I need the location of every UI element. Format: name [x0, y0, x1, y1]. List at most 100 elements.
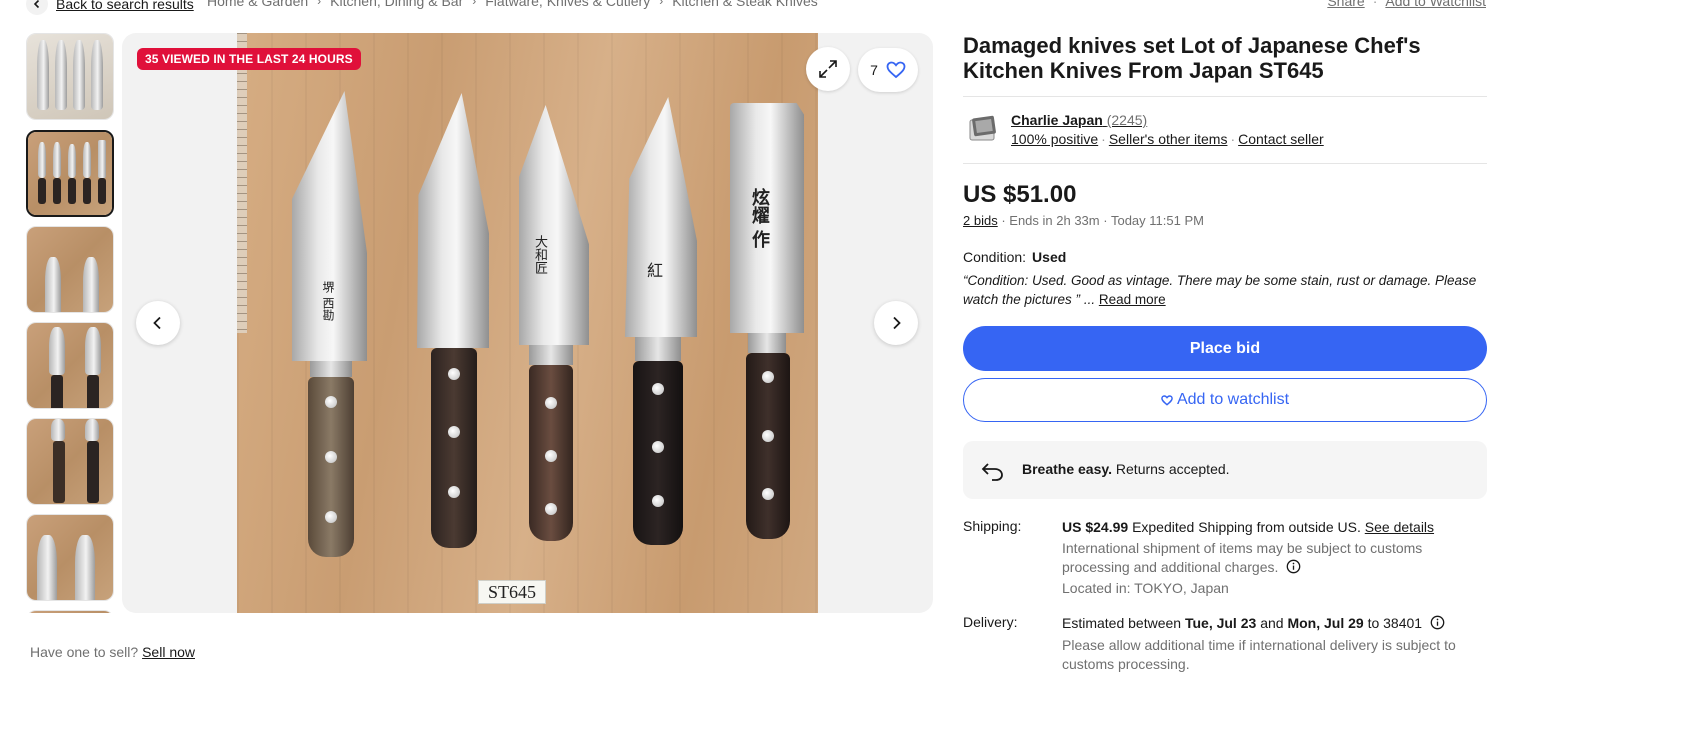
contact-seller-link[interactable]: Contact seller: [1238, 131, 1324, 147]
delivery-date-end: Mon, Jul 29: [1287, 615, 1364, 631]
main-product-photo: 堺 西勘 大和匠 紅 炫燿 作 ST645: [237, 33, 818, 613]
info-icon[interactable]: [1286, 559, 1301, 574]
seller-avatar[interactable]: [965, 112, 999, 146]
sell-now-link[interactable]: Sell now: [142, 644, 195, 660]
seller-name-line: Charlie Japan (2245): [1011, 112, 1147, 128]
thumbnail-5[interactable]: [26, 418, 114, 505]
next-image-button[interactable]: [874, 301, 918, 345]
condition-value: Used: [1032, 249, 1067, 265]
chevron-right-icon: [893, 316, 901, 330]
delivery-zip[interactable]: 38401: [1383, 615, 1422, 631]
ruler-edge: [237, 33, 247, 333]
shipping-note-line: International shipment of items may be s…: [1062, 539, 1487, 577]
current-price: US $51.00: [963, 181, 1077, 208]
knife-1: 堺 西勘: [292, 91, 367, 561]
delivery-date-start: Tue, Jul 23: [1184, 615, 1257, 631]
delivery-prefix: Estimated between: [1062, 615, 1182, 631]
return-arrow-icon: [981, 463, 1003, 481]
condition-line: Condition: Used: [963, 249, 1066, 265]
expand-icon: [819, 60, 837, 78]
delivery-details: Estimated between Tue, Jul 23 and Mon, J…: [1062, 614, 1487, 674]
returns-bold: Breathe easy.: [1022, 461, 1113, 477]
breadcrumb-item-kitchen-dining-bar[interactable]: Kitchen, Dining & Bar: [330, 0, 463, 9]
back-to-search-label: Back to search results: [56, 0, 194, 12]
thumbnail-1[interactable]: [26, 33, 114, 120]
knife-2: [417, 93, 489, 553]
knife-4: 紅: [625, 97, 697, 549]
top-actions: Share · Add to Watchlist: [1327, 0, 1486, 9]
knife-1-kanji: 堺 西勘: [321, 281, 335, 321]
shipping-details: US $24.99 Expedited Shipping from outsid…: [1062, 518, 1487, 598]
knife-5: 炫燿 作: [730, 103, 804, 543]
place-bid-button[interactable]: Place bid: [963, 326, 1487, 371]
watch-count: 7: [870, 62, 878, 78]
returns-banner: Breathe easy. Returns accepted.: [963, 441, 1487, 499]
chevron-left-icon: [153, 316, 161, 330]
info-icon[interactable]: [1430, 615, 1445, 630]
shipping-note: International shipment of items may be s…: [1062, 540, 1423, 575]
heart-icon: [886, 61, 906, 79]
sell-question: Have one to sell?: [30, 644, 139, 660]
seller-links: 100% positive · Seller's other items · Conta…: [1011, 131, 1324, 147]
add-to-watchlist-label: Add to watchlist: [1176, 391, 1290, 408]
seller-other-items-link[interactable]: Seller's other items: [1109, 131, 1228, 147]
divider: [963, 96, 1487, 97]
knife-3-kanji: 大和匠: [532, 235, 547, 274]
main-image-stage[interactable]: 堺 西勘 大和匠 紅 炫燿 作 ST645 35 VIEWED IN THE L…: [122, 33, 933, 613]
seller-positive-link[interactable]: 100% positive: [1011, 131, 1098, 147]
lot-tag: ST645: [478, 580, 546, 604]
heart-icon: [1161, 394, 1173, 406]
chevron-left-icon: [26, 0, 48, 15]
knife-3: 大和匠: [519, 105, 589, 545]
seller-feedback-count: (2245): [1106, 112, 1148, 128]
thumbnail-4[interactable]: [26, 322, 114, 409]
shipping-label: Shipping:: [963, 518, 1022, 534]
shipping-method: Expedited Shipping from outside US.: [1132, 519, 1361, 535]
condition-quote: “Condition: Used. Good as vintage. There…: [963, 273, 1477, 307]
breadcrumb-item-kitchen-steak-knives[interactable]: Kitchen & Steak Knives: [672, 0, 818, 9]
chevron-right-icon: ›: [317, 0, 322, 8]
knife-5-kanji: 炫燿 作: [749, 188, 770, 249]
chevron-right-icon: ›: [659, 0, 664, 8]
delivery-to: to: [1367, 615, 1380, 631]
breadcrumb: Home & Garden › Kitchen, Dining & Bar › …: [207, 0, 818, 9]
item-location: Located in: TOKYO, Japan: [1062, 580, 1229, 596]
bids-link[interactable]: 2 bids: [963, 213, 998, 228]
delivery-note: Please allow additional time if internat…: [1062, 637, 1456, 672]
share-link[interactable]: Share: [1327, 0, 1364, 9]
chevron-right-icon: ›: [472, 0, 477, 8]
thumbnail-3[interactable]: [26, 226, 114, 313]
add-to-watchlist-link[interactable]: Add to Watchlist: [1385, 0, 1486, 9]
knife-4-kanji: 紅: [644, 262, 663, 278]
listing-title: Damaged knives set Lot of Japanese Chef'…: [963, 33, 1421, 83]
back-to-search-link[interactable]: Back to search results: [26, 0, 194, 15]
previous-image-button[interactable]: [136, 301, 180, 345]
thumbnail-strip: [26, 33, 116, 613]
seller-name-link[interactable]: Charlie Japan: [1011, 112, 1103, 128]
divider: [963, 163, 1487, 164]
expand-image-button[interactable]: [806, 47, 850, 91]
read-more-link[interactable]: Read more: [1099, 292, 1166, 307]
delivery-label: Delivery:: [963, 614, 1018, 630]
seller-card: Charlie Japan (2245) 100% positive · Selle…: [963, 110, 1487, 154]
delivery-and: and: [1260, 615, 1284, 631]
ends-time: Today 11:51 PM: [1110, 213, 1204, 228]
viewed-badge: 35 VIEWED IN THE LAST 24 HOURS: [137, 48, 361, 70]
add-to-watchlist-button[interactable]: Add to watchlist: [963, 378, 1487, 422]
breadcrumb-item-flatware[interactable]: Flatware, Knives & Cutlery: [485, 0, 650, 9]
condition-label: Condition:: [963, 249, 1027, 265]
breadcrumb-bar: Back to search results Home & Garden › K…: [26, 0, 1486, 15]
returns-policy: Returns accepted.: [1115, 461, 1230, 477]
thumbnail-2[interactable]: [26, 130, 114, 217]
watch-count-button[interactable]: 7: [858, 48, 918, 92]
breadcrumb-item-home-garden[interactable]: Home & Garden: [207, 0, 308, 9]
ends-in: Ends in 2h 33m: [1009, 213, 1100, 228]
condition-description: “Condition: Used. Good as vintage. There…: [963, 273, 1477, 307]
see-details-link[interactable]: See details: [1365, 519, 1434, 535]
separator-dot: ·: [1372, 0, 1378, 9]
returns-text: Breathe easy. Returns accepted.: [1022, 461, 1230, 477]
thumbnail-7[interactable]: [26, 610, 114, 613]
shipping-price: US $24.99: [1062, 519, 1129, 535]
thumbnail-6[interactable]: [26, 514, 114, 601]
bid-info: 2 bids · Ends in 2h 33m · Today 11:51 PM: [963, 213, 1204, 228]
